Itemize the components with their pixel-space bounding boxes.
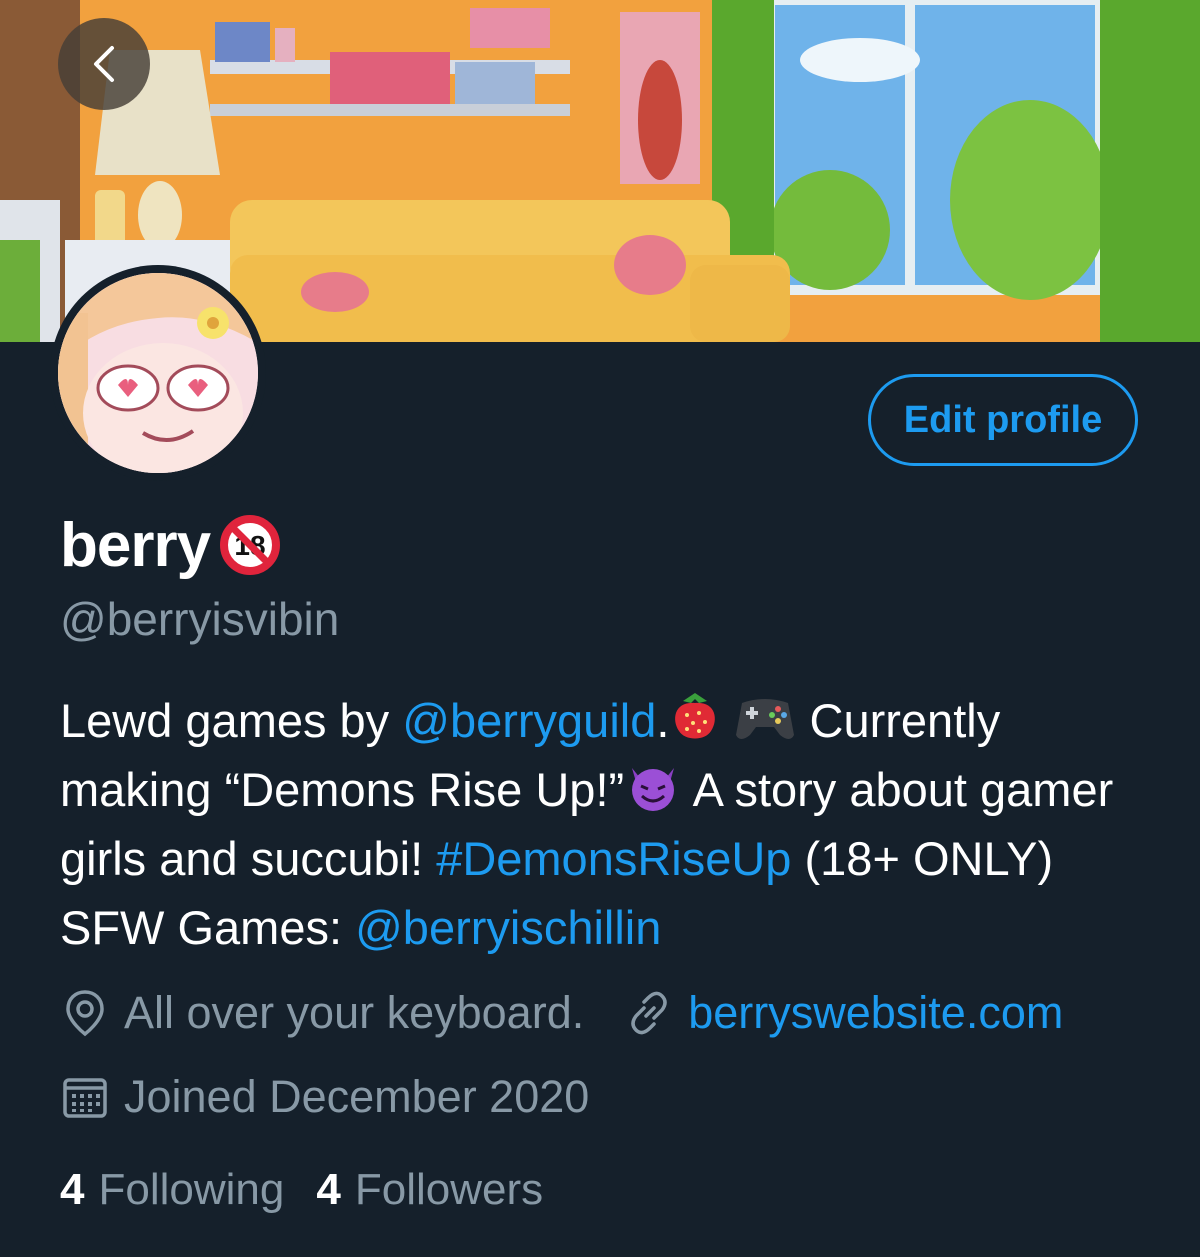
avatar[interactable] bbox=[58, 273, 258, 473]
following-count: 4 bbox=[60, 1165, 85, 1214]
profile-meta-row: All over your keyboard. berryswebsite.co… bbox=[60, 982, 1063, 1044]
website-link[interactable]: berryswebsite.com bbox=[688, 987, 1063, 1039]
user-handle: @berryisvibin bbox=[60, 593, 340, 645]
hashtag-link[interactable]: #DemonsRiseUp bbox=[436, 832, 791, 885]
profile-meta-row: Joined December 2020 bbox=[60, 1066, 589, 1128]
followers-link[interactable]: 4 Followers bbox=[316, 1165, 543, 1215]
back-button[interactable] bbox=[58, 18, 150, 110]
mention-link[interactable]: @berryguild bbox=[402, 694, 656, 747]
bio-text: Lewd games by bbox=[60, 694, 403, 747]
game-controller-emoji bbox=[736, 699, 795, 739]
smiling-devil-emoji bbox=[632, 768, 675, 811]
bio-text: . bbox=[656, 694, 670, 747]
location-text: All over your keyboard. bbox=[124, 987, 585, 1038]
avatar-illustration bbox=[58, 273, 258, 473]
age-restricted-18-icon: 18 bbox=[220, 515, 281, 575]
display-name-row: berry 18 bbox=[60, 505, 282, 585]
back-arrow-icon bbox=[94, 46, 114, 82]
strawberry-emoji bbox=[675, 693, 716, 739]
following-link[interactable]: 4 Following bbox=[60, 1165, 284, 1215]
profile-bio: Lewd games by @berryguild. Currently mak… bbox=[60, 686, 1150, 962]
follow-stats: 4 Following 4 Followers bbox=[60, 1160, 543, 1220]
followers-label: Followers bbox=[354, 1165, 544, 1214]
link-icon bbox=[631, 991, 667, 1035]
edit-profile-button[interactable]: Edit profile bbox=[868, 374, 1138, 466]
following-label: Following bbox=[98, 1165, 285, 1214]
display-name: berry bbox=[60, 510, 211, 580]
joined-date: Joined December 2020 bbox=[124, 1071, 590, 1122]
followers-count: 4 bbox=[316, 1165, 341, 1214]
location-pin-icon bbox=[66, 990, 104, 1037]
calendar-icon bbox=[63, 1078, 107, 1118]
avatar-frame[interactable] bbox=[50, 265, 266, 481]
mention-link[interactable]: @berryischillin bbox=[355, 901, 661, 954]
